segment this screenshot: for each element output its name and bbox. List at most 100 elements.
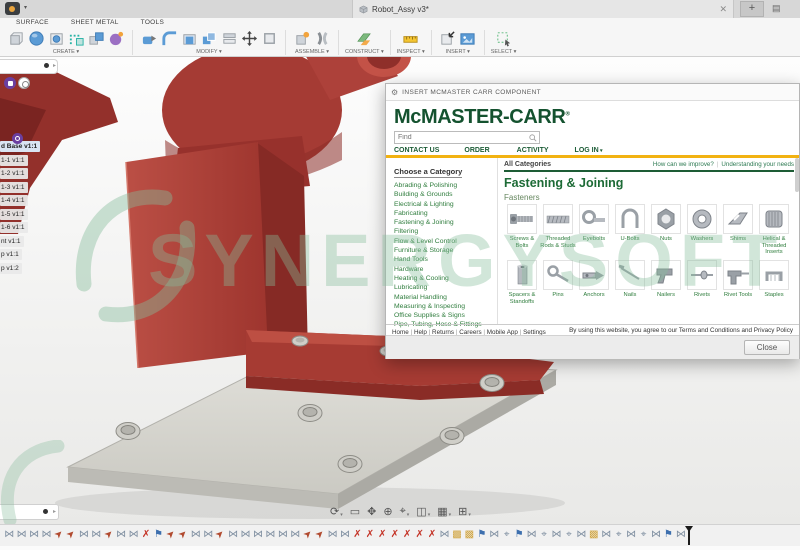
category-link-fastening-joining[interactable]: Fastening & Joining: [394, 218, 497, 227]
avatar-icon[interactable]: [4, 77, 16, 89]
ribbon-group-label[interactable]: SELECT ▾: [491, 49, 517, 55]
product-tile-u-bolts[interactable]: U-Bolts: [612, 204, 648, 260]
ribbon-group-label[interactable]: MODIFY ▾: [196, 49, 222, 55]
new-tab-button[interactable]: +: [740, 1, 764, 17]
hole-tool-icon[interactable]: [47, 30, 65, 48]
timeline-joint-icon[interactable]: ⋈: [3, 528, 15, 541]
browser-item[interactable]: 1-5 v1:1: [0, 209, 28, 220]
document-tab[interactable]: Robot_Assy v3* ✕: [352, 0, 734, 18]
nav-link-log-in[interactable]: LOG IN ▾: [575, 147, 603, 154]
scrollbar-thumb[interactable]: [795, 158, 799, 192]
joint-tool-icon[interactable]: [313, 30, 331, 48]
help-link-understanding-your-needs[interactable]: Understanding your needs: [721, 161, 794, 168]
viewports-icon[interactable]: ⊞▾: [458, 505, 471, 518]
ribbon-group-label[interactable]: ASSEMBLE ▾: [295, 49, 329, 55]
help-link-how-can-we-improve[interactable]: How can we improve?: [653, 161, 714, 168]
timeline-x-icon[interactable]: ✗: [401, 528, 413, 541]
product-tile-rivet-tools[interactable]: Rivet Tools: [720, 260, 756, 316]
combine-tool-icon[interactable]: [200, 30, 218, 48]
browser-item[interactable]: 1-2 v1:1: [0, 168, 28, 179]
timeline-x-icon[interactable]: ✗: [351, 528, 363, 541]
close-button[interactable]: Close: [744, 340, 790, 355]
pattern-tool-icon[interactable]: [67, 30, 85, 48]
browser-item[interactable]: 1-1 v1:1: [0, 155, 28, 166]
timeline-x-icon[interactable]: ✗: [364, 528, 376, 541]
timeline-joint-icon[interactable]: ⋈: [600, 528, 612, 541]
home-caret-icon[interactable]: ▾: [24, 4, 27, 11]
shell-tool-icon[interactable]: [180, 30, 198, 48]
product-tile-washers[interactable]: Washers: [684, 204, 720, 260]
timeline-group-icon[interactable]: ▩: [588, 528, 600, 541]
timeline-joint-icon[interactable]: ⋈: [127, 528, 139, 541]
browser-item[interactable]: p v1:1: [0, 249, 22, 260]
category-link-abrading-polishing[interactable]: Abrading & Polishing: [394, 181, 497, 190]
timeline-playhead[interactable]: [688, 526, 690, 545]
timeline-joint-icon[interactable]: ⋈: [650, 528, 662, 541]
category-link-lubricating[interactable]: Lubricating: [394, 283, 497, 292]
select-tool-icon[interactable]: [495, 30, 513, 48]
product-tile-nuts[interactable]: Nuts: [648, 204, 684, 260]
plane-tool-icon[interactable]: [355, 30, 373, 48]
category-link-furniture-storage[interactable]: Furniture & Storage: [394, 246, 497, 255]
category-link-filtering[interactable]: Filtering: [394, 227, 497, 236]
sphere-tool-icon[interactable]: [27, 30, 45, 48]
orbit-icon[interactable]: ⟳▾: [330, 505, 343, 518]
product-tile-nails[interactable]: Nails: [612, 260, 648, 316]
look-at-icon[interactable]: ▭: [350, 505, 360, 518]
timeline-group-icon[interactable]: ▩: [451, 528, 463, 541]
browser-item[interactable]: p v1:2: [0, 263, 22, 274]
browser-item[interactable]: 1-3 v1:1: [0, 182, 28, 193]
twobox-tool-icon[interactable]: [87, 30, 105, 48]
timeline-joint-icon[interactable]: ⋈: [239, 528, 251, 541]
browser-item[interactable]: nt v1:1: [0, 236, 24, 247]
ribbon-group-label[interactable]: CREATE ▾: [53, 49, 79, 55]
fit-icon[interactable]: ⌖▾: [400, 505, 410, 518]
breadcrumb[interactable]: All Categories: [504, 161, 551, 168]
fusion-home-icon[interactable]: [5, 2, 20, 15]
tab-list-icon[interactable]: ▤: [772, 3, 781, 14]
timeline-pos-icon[interactable]: ⌖: [637, 528, 649, 541]
category-link-fabricating[interactable]: Fabricating: [394, 209, 497, 218]
measure-tool-icon[interactable]: [402, 30, 420, 48]
timeline-joint-icon[interactable]: ⋈: [28, 528, 40, 541]
timeline-pos-icon[interactable]: ⌖: [612, 528, 624, 541]
timeline-x-icon[interactable]: ✗: [426, 528, 438, 541]
align-tool-icon[interactable]: [260, 30, 278, 48]
product-tile-anchors[interactable]: Anchors: [576, 260, 612, 316]
timeline-x-icon[interactable]: ✗: [413, 528, 425, 541]
timeline-joint-icon[interactable]: ⋈: [550, 528, 562, 541]
settings-circle-icon[interactable]: [18, 77, 30, 89]
mcmaster-logo[interactable]: McMASTER-CARR®: [394, 106, 570, 129]
timeline-pos-icon[interactable]: ⌖: [538, 528, 550, 541]
comment-expand-icon[interactable]: ▸: [53, 508, 56, 515]
category-link-hand-tools[interactable]: Hand Tools: [394, 255, 497, 264]
timeline-flag-icon[interactable]: ⚑: [513, 528, 525, 541]
dialog-titlebar[interactable]: ⚙ INSERT MCMASTER CARR COMPONENT: [386, 84, 799, 101]
product-tile-nailers[interactable]: Nailers: [648, 260, 684, 316]
timeline-x-icon[interactable]: ✗: [389, 528, 401, 541]
product-tile-pins[interactable]: Pins: [540, 260, 576, 316]
product-tile-staples[interactable]: Staples: [756, 260, 792, 316]
fillet-tool-icon[interactable]: [160, 30, 178, 48]
product-tile-rivets[interactable]: Rivets: [684, 260, 720, 316]
zoom-icon[interactable]: ⊕: [383, 505, 392, 518]
expand-icon[interactable]: ▸: [53, 62, 56, 69]
product-tile-threaded-rods-studs[interactable]: Threaded Rods & Studs: [540, 204, 576, 260]
nav-link-order[interactable]: ORDER: [464, 147, 489, 154]
timeline-joint-icon[interactable]: ⋈: [488, 528, 500, 541]
category-link-measuring-inspecting[interactable]: Measuring & Inspecting: [394, 302, 497, 311]
timeline-pos-icon[interactable]: ⌖: [563, 528, 575, 541]
browser-item[interactable]: 1-6 v1:1: [0, 222, 28, 233]
mcmaster-component-icon[interactable]: [12, 133, 23, 144]
timeline-x-icon[interactable]: ✗: [140, 528, 152, 541]
grid-settings-icon[interactable]: ▦▾: [437, 505, 451, 518]
split-tool-icon[interactable]: [220, 30, 238, 48]
category-link-electrical-lighting[interactable]: Electrical & Lighting: [394, 200, 497, 209]
canvas-tool-icon[interactable]: [459, 30, 477, 48]
display-settings-icon[interactable]: ◫▾: [416, 505, 430, 518]
newcomp-tool-icon[interactable]: [293, 30, 311, 48]
product-tile-spacers-standoffs[interactable]: Spacers & Standoffs: [504, 260, 540, 316]
timeline-joint-icon[interactable]: ⋈: [264, 528, 276, 541]
comment-bar[interactable]: ▸: [0, 504, 59, 520]
timeline-pos-icon[interactable]: ⌖: [501, 528, 513, 541]
